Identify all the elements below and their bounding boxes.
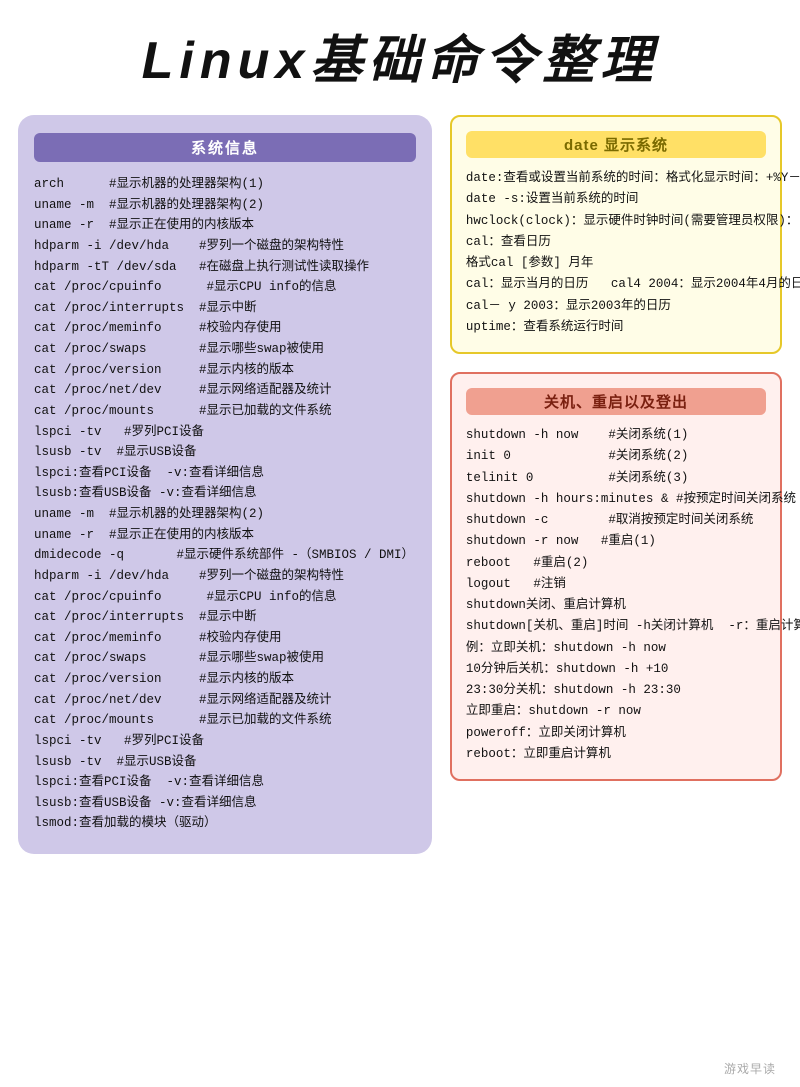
watermark: 游戏早读 <box>724 1060 776 1077</box>
shutdown-panel: 关机、重启以及登出 shutdown -h now #关闭系统(1) init … <box>450 372 782 781</box>
date-panel: date 显示系统 date:查看或设置当前系统的时间：格式化显示时间：+%Y－… <box>450 115 782 354</box>
page-title: Linux基础命令整理 <box>0 0 800 115</box>
shutdown-panel-content: shutdown -h now #关闭系统(1) init 0 #关闭系统(2)… <box>466 425 766 765</box>
right-panel: date 显示系统 date:查看或设置当前系统的时间：格式化显示时间：+%Y－… <box>450 115 782 781</box>
main-content: 系统信息 arch #显示机器的处理器架构(1) uname -m #显示机器的… <box>0 115 800 872</box>
date-panel-title: date 显示系统 <box>466 131 766 158</box>
left-panel: 系统信息 arch #显示机器的处理器架构(1) uname -m #显示机器的… <box>18 115 432 854</box>
left-panel-title: 系统信息 <box>34 133 416 162</box>
shutdown-panel-title: 关机、重启以及登出 <box>466 388 766 415</box>
left-panel-content: arch #显示机器的处理器架构(1) uname -m #显示机器的处理器架构… <box>34 174 416 834</box>
date-panel-content: date:查看或设置当前系统的时间：格式化显示时间：+%Y－－%m－－%d： d… <box>466 168 766 338</box>
